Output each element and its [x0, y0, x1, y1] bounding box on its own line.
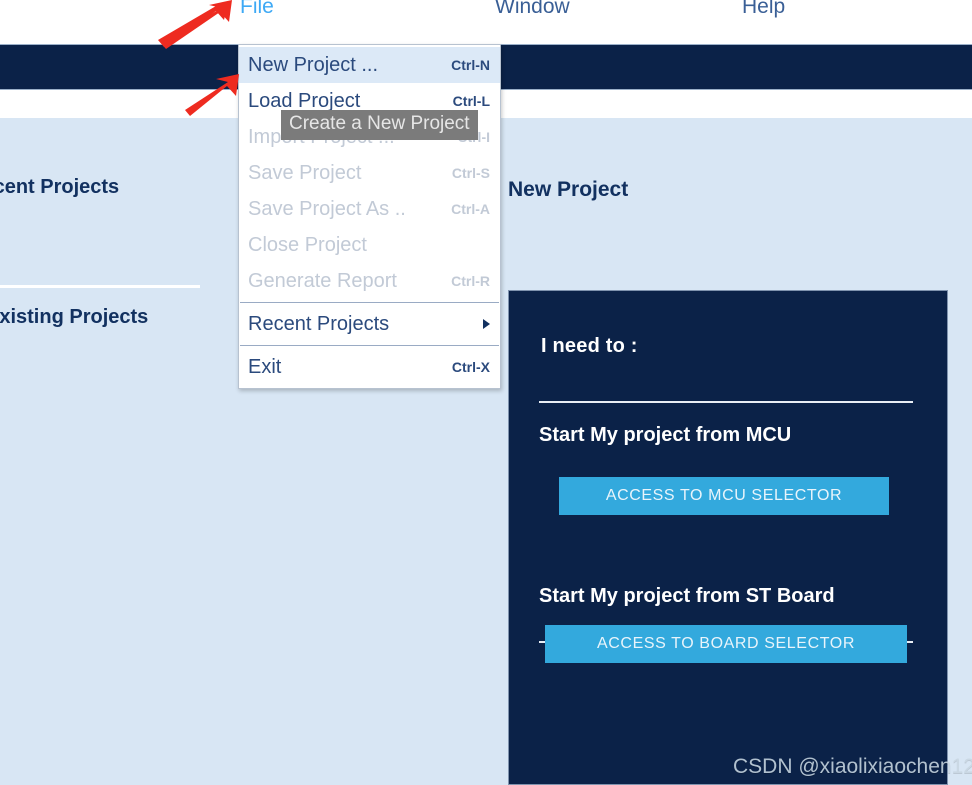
- menu-separator: [240, 302, 499, 303]
- divider-rule-1: [539, 401, 913, 403]
- page-title: New Project: [508, 178, 629, 201]
- left-column: Recent Projects Existing Projects: [0, 118, 200, 785]
- menubar-item-window[interactable]: Window: [495, 0, 570, 22]
- new-project-card: I need to : Start My project from MCU AC…: [508, 290, 948, 785]
- card-title: I need to :: [541, 335, 638, 357]
- access-board-selector-button[interactable]: ACCESS TO BOARD SELECTOR: [545, 625, 907, 663]
- menu-item-new-project[interactable]: New Project ... Ctrl-N: [239, 47, 500, 83]
- menu-item-save-project: Save Project Ctrl-S: [239, 155, 500, 191]
- menu-item-label: Generate Report: [248, 269, 397, 292]
- menu-item-label: New Project ...: [248, 53, 379, 76]
- menu-bar: File Window Help: [0, 0, 972, 30]
- watermark-text: CSDN @xiaolixiaochen12: [733, 755, 972, 778]
- menu-item-shortcut: Ctrl-S: [451, 165, 490, 181]
- menu-item-close-project: Close Project: [239, 227, 500, 263]
- menu-item-recent-projects[interactable]: Recent Projects: [239, 306, 500, 342]
- menu-item-shortcut: Ctrl-A: [451, 201, 490, 217]
- existing-projects-title: Existing Projects: [0, 306, 149, 328]
- option-label-mcu: Start My project from MCU: [539, 424, 792, 446]
- menubar-item-help[interactable]: Help: [742, 0, 785, 22]
- menu-item-label: Save Project As ..: [248, 197, 406, 220]
- menu-item-shortcut: Ctrl-X: [451, 359, 490, 375]
- chevron-right-icon: [483, 319, 490, 329]
- option-label-board: Start My project from ST Board: [539, 585, 835, 607]
- tooltip: Create a New Project: [281, 110, 478, 140]
- menu-separator: [240, 345, 499, 346]
- existing-projects-panel[interactable]: [0, 288, 200, 785]
- menu-item-label: Close Project: [248, 233, 367, 256]
- menu-item-label: Recent Projects: [248, 312, 390, 335]
- menu-item-shortcut: Ctrl-R: [451, 273, 490, 289]
- access-mcu-selector-button[interactable]: ACCESS TO MCU SELECTOR: [559, 477, 889, 515]
- menubar-item-file[interactable]: File: [240, 0, 274, 22]
- menu-item-shortcut: Ctrl-N: [451, 57, 490, 73]
- menu-item-shortcut: Ctrl-L: [452, 93, 490, 109]
- recent-projects-title: Recent Projects: [0, 176, 120, 198]
- file-dropdown-menu: New Project ... Ctrl-N Load Project Ctrl…: [238, 44, 501, 389]
- recent-projects-panel[interactable]: [0, 118, 200, 285]
- menu-item-label: Save Project: [248, 161, 362, 184]
- menu-item-save-project-as: Save Project As .. Ctrl-A: [239, 191, 500, 227]
- menu-item-exit[interactable]: Exit Ctrl-X: [239, 349, 500, 385]
- application-window: File Window Help Recent Projects Existin…: [0, 0, 972, 785]
- menu-item-generate-report: Generate Report Ctrl-R: [239, 263, 500, 299]
- menu-item-label: Exit: [248, 355, 282, 378]
